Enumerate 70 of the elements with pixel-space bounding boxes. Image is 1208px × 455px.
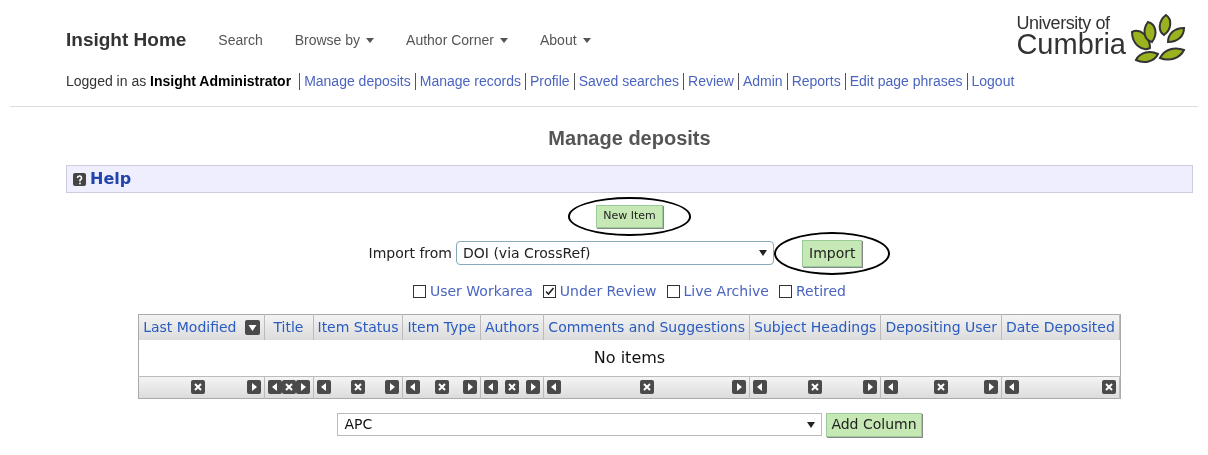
user-menu-link[interactable]: Reports	[791, 70, 841, 92]
move-left-icon[interactable]	[547, 380, 562, 394]
user-menu-link[interactable]: Logout	[971, 70, 1015, 92]
remove-icon[interactable]	[350, 380, 365, 394]
nav-link[interactable]: About	[540, 29, 577, 51]
remove-icon[interactable]	[808, 380, 823, 394]
user-menu-link[interactable]: Admin	[742, 70, 783, 92]
empty-message: No items	[593, 347, 666, 367]
nav-link[interactable]: Search	[218, 29, 263, 51]
column-header-link[interactable]: Item Type	[407, 316, 476, 338]
help-bar[interactable]: Help	[66, 165, 1193, 193]
dropdown-arrow-icon	[759, 250, 767, 256]
user-menu-link[interactable]: Profile	[529, 70, 570, 92]
filter-checkbox[interactable]	[412, 284, 426, 298]
move-right-icon[interactable]	[462, 380, 477, 394]
column-header-link[interactable]: Item Status	[317, 316, 399, 338]
remove-icon[interactable]	[934, 380, 949, 394]
move-left-icon[interactable]	[884, 380, 899, 394]
user-menu-link[interactable]: Review	[688, 70, 734, 92]
import-select[interactable]: DOI (via CrossRef)	[456, 241, 774, 265]
help-icon	[73, 172, 86, 186]
user-menu-link[interactable]: Edit page phrases	[849, 70, 963, 92]
column-header-link[interactable]: Authors	[484, 316, 540, 338]
filter-link[interactable]: User Workarea	[429, 280, 533, 302]
import-label: Import from	[368, 243, 452, 263]
remove-icon[interactable]	[639, 380, 654, 394]
move-right-icon[interactable]	[385, 380, 400, 394]
filter-link[interactable]: Retired	[795, 280, 846, 302]
remove-icon[interactable]	[190, 380, 205, 394]
column-header-link[interactable]: Title	[273, 316, 304, 338]
dropdown-arrow-icon	[807, 421, 816, 428]
move-right-icon[interactable]	[983, 380, 998, 394]
filter-checkbox[interactable]	[666, 284, 680, 298]
login-status: Logged in as Insight Administrator	[66, 71, 292, 91]
move-right-icon[interactable]	[246, 380, 261, 394]
move-left-icon[interactable]	[483, 380, 498, 394]
remove-icon[interactable]	[434, 380, 449, 394]
move-left-icon[interactable]	[406, 380, 421, 394]
nav-link[interactable]: Author Corner	[406, 29, 494, 51]
column-header-link[interactable]: Depositing User	[885, 316, 997, 338]
move-left-icon[interactable]	[1004, 380, 1019, 394]
import-button[interactable]: Import	[802, 239, 863, 267]
filter-link[interactable]: Under Review	[559, 280, 657, 302]
remove-icon[interactable]	[1101, 380, 1116, 394]
add-column-button[interactable]: Add Column	[826, 412, 922, 437]
user-menu-link[interactable]: Saved searches	[578, 70, 680, 92]
new-item-button[interactable]: New Item	[596, 205, 663, 228]
column-header-link[interactable]: Last Modified	[143, 316, 237, 338]
move-left-icon[interactable]	[753, 380, 768, 394]
filter-link[interactable]: Live Archive	[683, 280, 769, 302]
column-header-link[interactable]: Date Deposited	[1005, 316, 1115, 338]
sort-descending-icon[interactable]	[244, 319, 260, 335]
column-header-link[interactable]: Comments and Suggestions	[548, 316, 746, 338]
move-right-icon[interactable]	[732, 380, 747, 394]
filter-checkbox[interactable]	[542, 284, 556, 298]
brand-link[interactable]: Insight Home	[66, 25, 187, 55]
filter-checkbox[interactable]	[778, 284, 792, 298]
move-left-icon[interactable]	[316, 380, 331, 394]
nav-link[interactable]: Browse by	[294, 29, 361, 51]
user-menu-link[interactable]: Manage records	[419, 70, 521, 92]
page-title: Manage deposits	[547, 126, 712, 151]
logo-line: University of	[1016, 14, 1110, 32]
move-right-icon[interactable]	[863, 380, 878, 394]
column-header-link[interactable]: Subject Headings	[754, 316, 877, 338]
column-select[interactable]: APC	[337, 413, 823, 436]
help-label: Help	[90, 168, 132, 190]
remove-icon[interactable]	[505, 380, 520, 394]
user-menu-link[interactable]: Manage deposits	[304, 70, 411, 92]
move-right-icon[interactable]	[526, 380, 541, 394]
move-left-icon[interactable]	[267, 380, 282, 394]
